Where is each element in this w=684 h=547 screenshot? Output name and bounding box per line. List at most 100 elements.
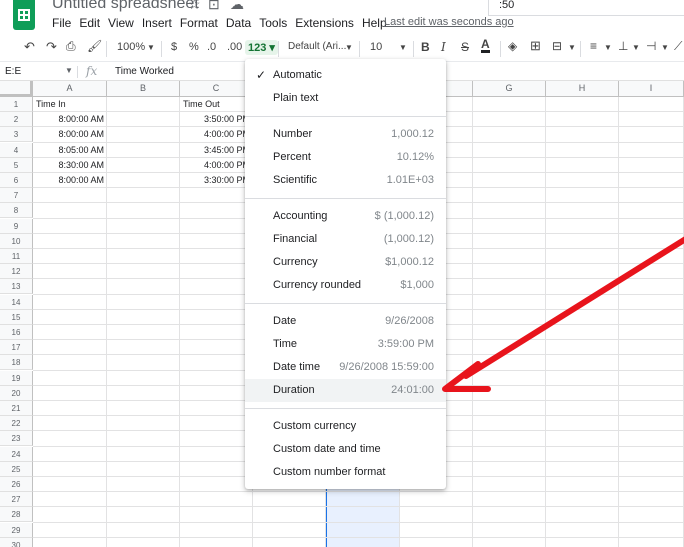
row-header[interactable]: 16 bbox=[0, 325, 33, 340]
menu-item-number[interactable]: Number 1,000.12 bbox=[245, 123, 446, 146]
row-header[interactable]: 14 bbox=[0, 294, 33, 310]
font-select[interactable]: Default (Ari... bbox=[288, 41, 346, 52]
menu-item-accounting[interactable]: Accounting $ (1,000.12) bbox=[245, 205, 446, 228]
table-cell[interactable]: 4:00:00 PM bbox=[180, 127, 253, 142]
undo-icon[interactable]: ↶ bbox=[24, 39, 35, 55]
row-header[interactable]: 8 bbox=[0, 203, 33, 219]
row-header[interactable]: 28 bbox=[0, 507, 33, 523]
percent-format-button[interactable]: % bbox=[189, 41, 199, 53]
menu-data[interactable]: Data bbox=[226, 16, 255, 30]
row-header[interactable]: 21 bbox=[0, 401, 33, 416]
menu-item-duration[interactable]: Duration 24:01:00 bbox=[245, 379, 446, 402]
row-header[interactable]: 10 bbox=[0, 233, 33, 249]
row-header[interactable]: 11 bbox=[0, 249, 33, 264]
menu-item-custom-date-time[interactable]: Custom date and time bbox=[245, 438, 446, 461]
row-header[interactable]: 5 bbox=[0, 157, 33, 173]
menu-extensions[interactable]: Extensions bbox=[295, 16, 358, 30]
text-wrap-icon[interactable]: ⊣ bbox=[646, 39, 656, 53]
name-box-chevron-down-icon[interactable]: ▼ bbox=[65, 66, 73, 75]
star-icon[interactable]: ☆ bbox=[188, 0, 201, 13]
row-header[interactable]: 20 bbox=[0, 385, 33, 401]
cloud-status-icon[interactable]: ☁ bbox=[230, 0, 244, 13]
table-cell[interactable]: 8:05:00 AM bbox=[33, 143, 107, 158]
menu-item-date[interactable]: Date 9/26/2008 bbox=[245, 310, 446, 333]
table-cell[interactable]: 8:00:00 AM bbox=[33, 112, 107, 127]
table-cell[interactable]: 8:00:00 AM bbox=[33, 173, 107, 188]
last-edit-link[interactable]: Last edit was seconds ago bbox=[384, 16, 514, 28]
name-box[interactable]: E:E bbox=[5, 66, 21, 77]
strikethrough-button[interactable]: S bbox=[461, 40, 469, 54]
row-header[interactable]: 13 bbox=[0, 279, 33, 295]
increase-decimal-button[interactable]: .00 bbox=[227, 41, 242, 53]
menu-edit[interactable]: Edit bbox=[79, 16, 104, 30]
font-size-chevron-down-icon[interactable]: ▼ bbox=[399, 43, 407, 52]
row-header[interactable]: 19 bbox=[0, 370, 33, 386]
row-header[interactable]: 4 bbox=[0, 142, 33, 158]
menu-view[interactable]: View bbox=[108, 16, 138, 30]
menu-item-scientific[interactable]: Scientific 1.01E+03 bbox=[245, 169, 446, 192]
column-header-g[interactable]: G bbox=[473, 81, 546, 97]
print-icon[interactable]: ⎙ bbox=[66, 39, 76, 54]
move-folder-icon[interactable]: ⊡ bbox=[208, 0, 220, 13]
column-header-c[interactable]: C bbox=[180, 81, 253, 97]
row-header[interactable]: 9 bbox=[0, 218, 33, 234]
column-header-h[interactable]: H bbox=[546, 81, 619, 97]
table-cell[interactable]: 3:30:00 PM bbox=[180, 173, 253, 188]
document-title[interactable]: Untitled spreadsheet bbox=[52, 0, 199, 13]
sheets-logo-icon[interactable] bbox=[13, 0, 35, 30]
row-header[interactable]: 7 bbox=[0, 188, 33, 204]
row-header[interactable]: 18 bbox=[0, 355, 33, 371]
header-cell[interactable]: Time In bbox=[33, 97, 147, 112]
merge-cells-icon[interactable]: ⊟ bbox=[552, 39, 562, 53]
row-header[interactable]: 30 bbox=[0, 537, 33, 547]
valign-chevron-down-icon[interactable]: ▼ bbox=[632, 43, 640, 52]
select-all-corner[interactable] bbox=[0, 81, 33, 97]
row-header[interactable]: 25 bbox=[0, 461, 33, 477]
decrease-decimal-button[interactable]: .0 bbox=[207, 41, 216, 53]
zoom-chevron-down-icon[interactable]: ▼ bbox=[147, 43, 155, 52]
row-header[interactable]: 3 bbox=[0, 127, 33, 143]
row-header[interactable]: 1 bbox=[0, 97, 33, 112]
column-header-a[interactable]: A bbox=[33, 81, 107, 97]
table-cell[interactable]: 4:00:00 PM bbox=[180, 158, 253, 173]
row-header[interactable]: 27 bbox=[0, 492, 33, 508]
table-cell[interactable]: 8:30:00 AM bbox=[33, 158, 107, 173]
row-header[interactable]: 24 bbox=[0, 446, 33, 462]
zoom-select[interactable]: 100% bbox=[117, 41, 145, 53]
horizontal-align-icon[interactable]: ≡ bbox=[590, 39, 597, 53]
currency-format-button[interactable]: $ bbox=[171, 41, 177, 53]
redo-icon[interactable]: ↷ bbox=[46, 39, 57, 55]
row-header[interactable]: 17 bbox=[0, 340, 33, 356]
menu-item-plain-text[interactable]: Plain text bbox=[245, 87, 446, 110]
menu-item-time[interactable]: Time 3:59:00 PM bbox=[245, 333, 446, 356]
table-cell[interactable]: 3:50:00 PM bbox=[180, 112, 253, 127]
row-header[interactable]: 26 bbox=[0, 477, 33, 492]
wrap-chevron-down-icon[interactable]: ▼ bbox=[661, 43, 669, 52]
menu-item-financial[interactable]: Financial (1,000.12) bbox=[245, 228, 446, 251]
menu-tools[interactable]: Tools bbox=[259, 16, 291, 30]
table-cell[interactable]: 3:45:00 PM bbox=[180, 143, 253, 158]
vertical-align-icon[interactable]: ⊥ bbox=[618, 39, 628, 53]
text-color-button[interactable]: A bbox=[481, 38, 490, 53]
menu-format[interactable]: Format bbox=[180, 16, 222, 30]
row-header[interactable]: 6 bbox=[0, 173, 33, 188]
menu-item-currency-rounded[interactable]: Currency rounded $1,000 bbox=[245, 274, 446, 297]
column-header-b[interactable]: B bbox=[107, 81, 180, 97]
font-chevron-down-icon[interactable]: ▼ bbox=[345, 43, 353, 52]
column-header-i[interactable]: I bbox=[619, 81, 684, 97]
menu-item-custom-currency[interactable]: Custom currency bbox=[245, 415, 446, 438]
table-cell[interactable]: 8:00:00 AM bbox=[33, 127, 107, 142]
row-header[interactable]: 12 bbox=[0, 264, 33, 280]
font-size-select[interactable]: 10 bbox=[370, 41, 382, 53]
menu-item-currency[interactable]: Currency $1,000.12 bbox=[245, 251, 446, 274]
bold-button[interactable]: B bbox=[421, 40, 430, 54]
row-header[interactable]: 15 bbox=[0, 309, 33, 325]
fill-color-icon[interactable]: ◈ bbox=[508, 39, 517, 53]
italic-button[interactable]: I bbox=[441, 40, 446, 54]
row-header[interactable]: 23 bbox=[0, 431, 33, 447]
row-header[interactable]: 2 bbox=[0, 112, 33, 128]
borders-icon[interactable]: ⊞ bbox=[530, 38, 541, 54]
menu-item-date-time[interactable]: Date time 9/26/2008 15:59:00 bbox=[245, 356, 446, 379]
menu-item-percent[interactable]: Percent 10.12% bbox=[245, 146, 446, 169]
menu-file[interactable]: File bbox=[52, 16, 75, 30]
